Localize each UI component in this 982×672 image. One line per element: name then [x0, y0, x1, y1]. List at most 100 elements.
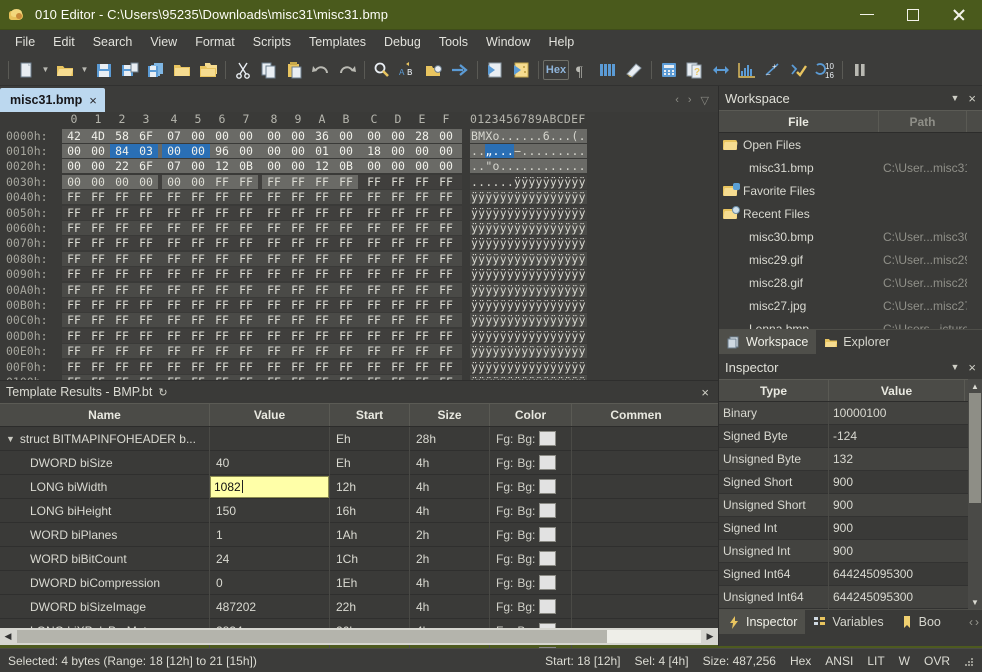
hex-byte[interactable]: FF: [410, 267, 434, 281]
save-as-icon[interactable]: [117, 57, 143, 83]
table-row[interactable]: WORD biBitCount 24 1Ch 2h Fg: Bg:: [0, 546, 718, 571]
hex-row[interactable]: 0050h: FF FF FF FF FF FF FF FF FF FF FF FF FF FF FF FF ÿÿ…: [0, 205, 718, 220]
hex-byte[interactable]: 00: [86, 175, 110, 189]
hex-byte[interactable]: FF: [134, 298, 158, 312]
hex-byte[interactable]: FF: [234, 252, 258, 266]
hex-ascii[interactable]: ÿÿÿÿÿÿÿÿÿÿÿÿÿÿÿÿ: [470, 328, 587, 343]
inspector-value[interactable]: 900: [829, 471, 965, 494]
hex-byte[interactable]: FF: [210, 329, 234, 343]
field-color[interactable]: Fg:Bg:: [490, 474, 572, 499]
hex-byte[interactable]: 00: [386, 144, 410, 158]
field-value[interactable]: 1082: [210, 474, 330, 499]
hex-byte[interactable]: FF: [286, 344, 310, 358]
hex-byte[interactable]: FF: [234, 175, 258, 189]
hex-byte[interactable]: FF: [410, 313, 434, 327]
hex-byte[interactable]: FF: [410, 344, 434, 358]
hex-byte[interactable]: FF: [110, 298, 134, 312]
list-item[interactable]: misc27.jpg C:\User...misc27\: [719, 294, 982, 317]
refresh-icon[interactable]: ↻: [158, 386, 167, 399]
hex-byte[interactable]: 00: [410, 144, 434, 158]
swap-bytes-icon[interactable]: [708, 57, 734, 83]
tab-variables[interactable]: Variables: [805, 610, 891, 634]
hex-byte[interactable]: FF: [62, 360, 86, 374]
goto-icon[interactable]: [421, 57, 447, 83]
field-color[interactable]: Fg:Bg:: [490, 498, 572, 523]
hex-byte[interactable]: FF: [234, 221, 258, 235]
hex-row[interactable]: 0030h: 00 00 00 00 00 00 FF FF FF FF FF FF FF FF FF FF..…: [0, 174, 718, 189]
hex-byte[interactable]: 0B: [334, 159, 358, 173]
hex-byte[interactable]: 12: [210, 159, 234, 173]
hex-byte[interactable]: FF: [362, 329, 386, 343]
hex-byte[interactable]: FF: [62, 298, 86, 312]
hex-byte[interactable]: FF: [386, 283, 410, 297]
hex-byte[interactable]: FF: [286, 360, 310, 374]
hex-byte[interactable]: FF: [286, 329, 310, 343]
hex-byte[interactable]: FF: [262, 344, 286, 358]
menu-item-templates[interactable]: Templates: [300, 32, 375, 52]
hex-byte[interactable]: FF: [262, 206, 286, 220]
status-mode-encoding[interactable]: ANSI: [825, 654, 853, 668]
hex-byte[interactable]: FF: [362, 360, 386, 374]
hex-row[interactable]: 00D0h: FF FF FF FF FF FF FF FF FF FF FF FF FF FF FF FF ÿÿ…: [0, 328, 718, 343]
hex-byte[interactable]: FF: [234, 298, 258, 312]
hex-byte[interactable]: FF: [186, 190, 210, 204]
inspector-value[interactable]: 132: [829, 448, 965, 471]
hex-byte[interactable]: FF: [334, 329, 358, 343]
hex-byte[interactable]: FF: [386, 267, 410, 281]
hex-byte[interactable]: FF: [110, 190, 134, 204]
hex-byte[interactable]: FF: [334, 252, 358, 266]
hex-byte[interactable]: 00: [386, 129, 410, 143]
table-row[interactable]: LONG biHeight 150 16h 4h Fg: Bg:: [0, 498, 718, 523]
hex-byte[interactable]: FF: [434, 329, 458, 343]
hex-bytes[interactable]: 00 00 84 03 00 00 96 00 00 00 01 00 18 00 00 00: [62, 144, 462, 159]
list-item[interactable]: Open Files: [719, 133, 982, 156]
hex-byte[interactable]: 00: [234, 129, 258, 143]
table-row[interactable]: DWORD biCompression 0 1Eh 4h Fg: Bg:: [0, 570, 718, 595]
hex-byte[interactable]: FF: [410, 298, 434, 312]
tab-boo[interactable]: Boo: [892, 610, 949, 634]
hex-byte[interactable]: FF: [434, 252, 458, 266]
inspector-tab-prev-icon[interactable]: ‹: [969, 615, 973, 629]
hex-byte[interactable]: 00: [262, 129, 286, 143]
menu-item-search[interactable]: Search: [84, 32, 142, 52]
hex-row[interactable]: 0020h: 00 00 22 6F 07 00 12 0B 00 00 12 0B 00 00 00 00..…: [0, 159, 718, 174]
inspector-tab-next-icon[interactable]: ›: [975, 615, 979, 629]
hex-byte[interactable]: FF: [410, 175, 434, 189]
menu-item-help[interactable]: Help: [539, 32, 583, 52]
hex-byte[interactable]: FF: [162, 283, 186, 297]
hex-byte[interactable]: FF: [210, 206, 234, 220]
field-value[interactable]: [210, 426, 330, 451]
paste-icon[interactable]: [282, 57, 308, 83]
close-all-icon[interactable]: [195, 57, 221, 83]
hex-ascii[interactable]: ÿÿÿÿÿÿÿÿÿÿÿÿÿÿÿÿ: [470, 236, 587, 251]
hex-byte[interactable]: FF: [410, 252, 434, 266]
hex-byte[interactable]: FF: [434, 313, 458, 327]
hex-byte[interactable]: 03: [134, 144, 158, 159]
close-button[interactable]: [936, 0, 982, 30]
hex-bytes[interactable]: FFFFFFFFFFFFFFFFFFFFFFFFFFFFFFFF: [62, 359, 462, 374]
hex-byte[interactable]: FF: [262, 236, 286, 250]
menu-item-window[interactable]: Window: [477, 32, 539, 52]
inspector-collapse-icon[interactable]: ▼: [950, 362, 959, 372]
hex-byte[interactable]: FF: [86, 221, 110, 235]
hex-byte[interactable]: FF: [162, 252, 186, 266]
hex-byte[interactable]: FF: [410, 236, 434, 250]
hex-byte[interactable]: FF: [334, 221, 358, 235]
hex-byte[interactable]: 01: [310, 144, 334, 158]
find-icon[interactable]: [369, 57, 395, 83]
histogram-icon[interactable]: [734, 57, 760, 83]
hex-byte[interactable]: 00: [334, 144, 358, 158]
hex-byte[interactable]: FF: [86, 360, 110, 374]
hex-byte[interactable]: FF: [162, 236, 186, 250]
hex-byte[interactable]: FF: [210, 360, 234, 374]
table-row[interactable]: DWORD biSizeImage 487202 22h 4h Fg: Bg:: [0, 594, 718, 619]
open-dir-icon[interactable]: [169, 57, 195, 83]
hex-byte[interactable]: FF: [286, 298, 310, 312]
hex-bytes[interactable]: FFFFFFFFFFFFFFFFFFFFFFFFFFFFFFFF: [62, 221, 462, 236]
hex-ascii[interactable]: ..„...−.........: [470, 144, 587, 159]
hex-byte[interactable]: 12: [310, 159, 334, 173]
field-value[interactable]: 487202: [210, 594, 330, 619]
hex-byte[interactable]: FF: [186, 236, 210, 250]
table-row[interactable]: Unsigned Byte 132: [719, 447, 982, 471]
hex-byte[interactable]: FF: [362, 313, 386, 327]
